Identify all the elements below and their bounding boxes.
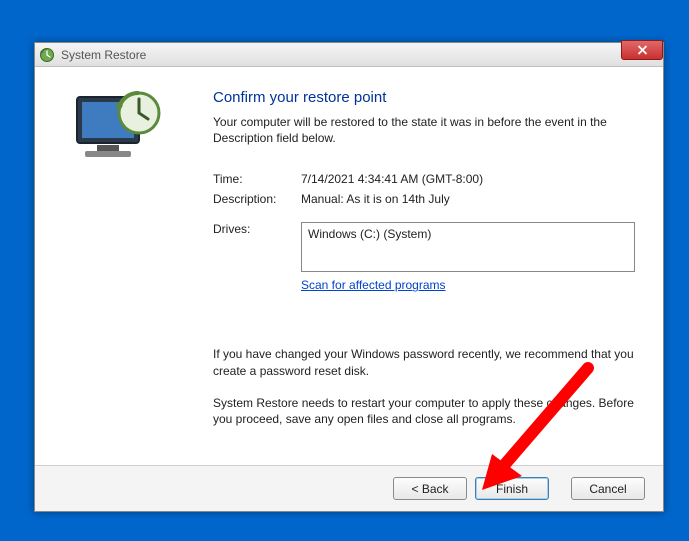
- password-info-text: If you have changed your Windows passwor…: [213, 346, 635, 378]
- page-subheading: Your computer will be restored to the st…: [213, 114, 635, 146]
- drives-label: Drives:: [213, 222, 301, 272]
- description-row: Description: Manual: As it is on 14th Ju…: [213, 192, 635, 206]
- restore-wizard-icon: [71, 87, 167, 167]
- system-restore-icon: [39, 47, 55, 63]
- drives-value: Windows (C:) (System): [308, 227, 431, 241]
- drives-row: Drives: Windows (C:) (System): [213, 222, 635, 272]
- scan-affected-programs-link[interactable]: Scan for affected programs: [301, 278, 446, 292]
- back-button[interactable]: < Back: [393, 477, 467, 500]
- drives-list: Windows (C:) (System): [301, 222, 635, 272]
- time-value: 7/14/2021 4:34:41 AM (GMT-8:00): [301, 172, 635, 186]
- content-area: Confirm your restore point Your computer…: [35, 67, 663, 465]
- finish-button[interactable]: Finish: [475, 477, 549, 500]
- window-title: System Restore: [61, 48, 146, 62]
- cancel-button[interactable]: Cancel: [571, 477, 645, 500]
- button-bar: < Back Finish Cancel: [35, 465, 663, 511]
- titlebar: System Restore: [35, 43, 663, 67]
- left-pane: [35, 67, 203, 465]
- system-restore-window: System Restore Con: [34, 42, 664, 512]
- right-pane: Confirm your restore point Your computer…: [203, 67, 663, 465]
- page-heading: Confirm your restore point: [213, 89, 635, 106]
- description-value: Manual: As it is on 14th July: [301, 192, 635, 206]
- time-label: Time:: [213, 172, 301, 186]
- restart-info-text: System Restore needs to restart your com…: [213, 395, 635, 427]
- close-button[interactable]: [621, 40, 663, 60]
- time-row: Time: 7/14/2021 4:34:41 AM (GMT-8:00): [213, 172, 635, 186]
- description-label: Description:: [213, 192, 301, 206]
